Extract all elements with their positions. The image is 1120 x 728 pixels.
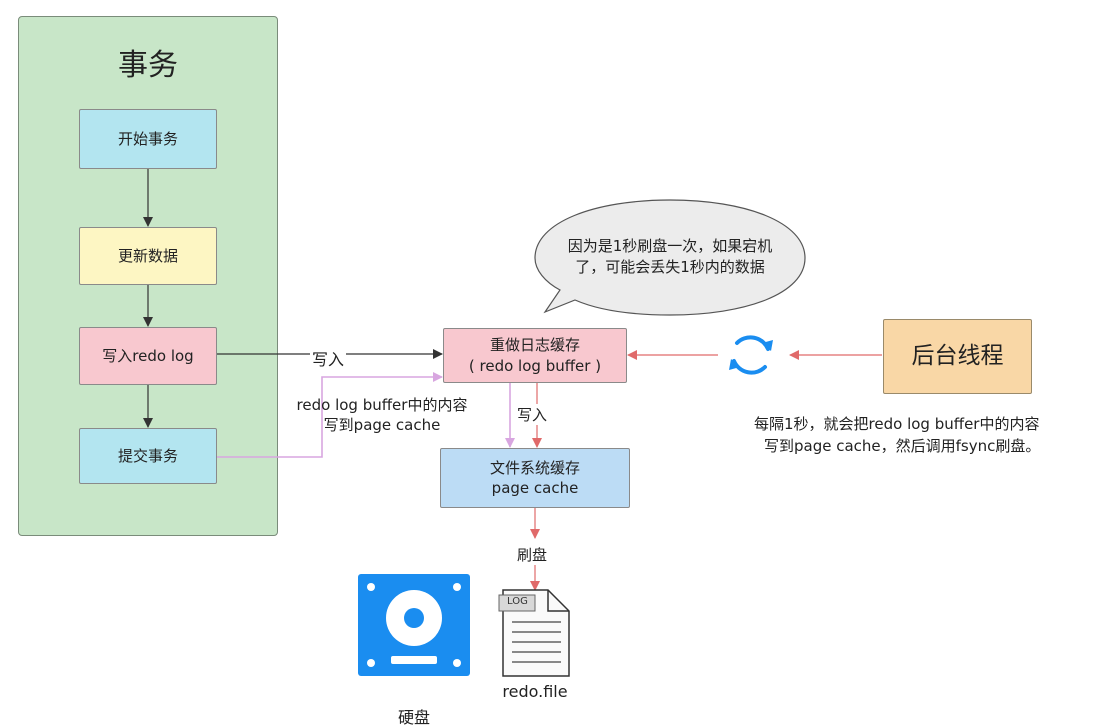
commit-edge-label: redo log buffer中的内容 写到page cache xyxy=(272,395,492,435)
bubble-line-1: 因为是1秒刷盘一次，如果宕机 xyxy=(567,237,773,255)
write-in-label: 写入 xyxy=(310,346,347,370)
thread-note-line-2: 写到page cache，然后调用fsync刷盘。 xyxy=(764,437,1041,455)
hard-disk-icon xyxy=(358,574,470,676)
log-tag: LOG xyxy=(507,596,528,607)
bubble-text: 因为是1秒刷盘一次，如果宕机 了，可能会丢失1秒内的数据 xyxy=(535,236,805,278)
write-in-down-label: 写入 xyxy=(515,404,550,425)
thread-note-line-1: 每隔1秒，就会把redo log buffer中的内容 xyxy=(754,415,1040,433)
flush-label: 刷盘 xyxy=(517,546,548,564)
sync-icon xyxy=(729,335,773,375)
commit-edge-line-1: redo log buffer中的内容 xyxy=(296,396,468,414)
hard-disk-label: 硬盘 xyxy=(397,708,430,727)
diagram-connectors xyxy=(143,169,882,677)
redo-file-label: redo.file xyxy=(502,682,568,701)
bubble-line-2: 了，可能会丢失1秒内的数据 xyxy=(575,258,765,276)
commit-edge-line-2: 写到page cache xyxy=(323,416,441,434)
thread-note: 每隔1秒，就会把redo log buffer中的内容 写到page cache… xyxy=(754,413,1040,457)
